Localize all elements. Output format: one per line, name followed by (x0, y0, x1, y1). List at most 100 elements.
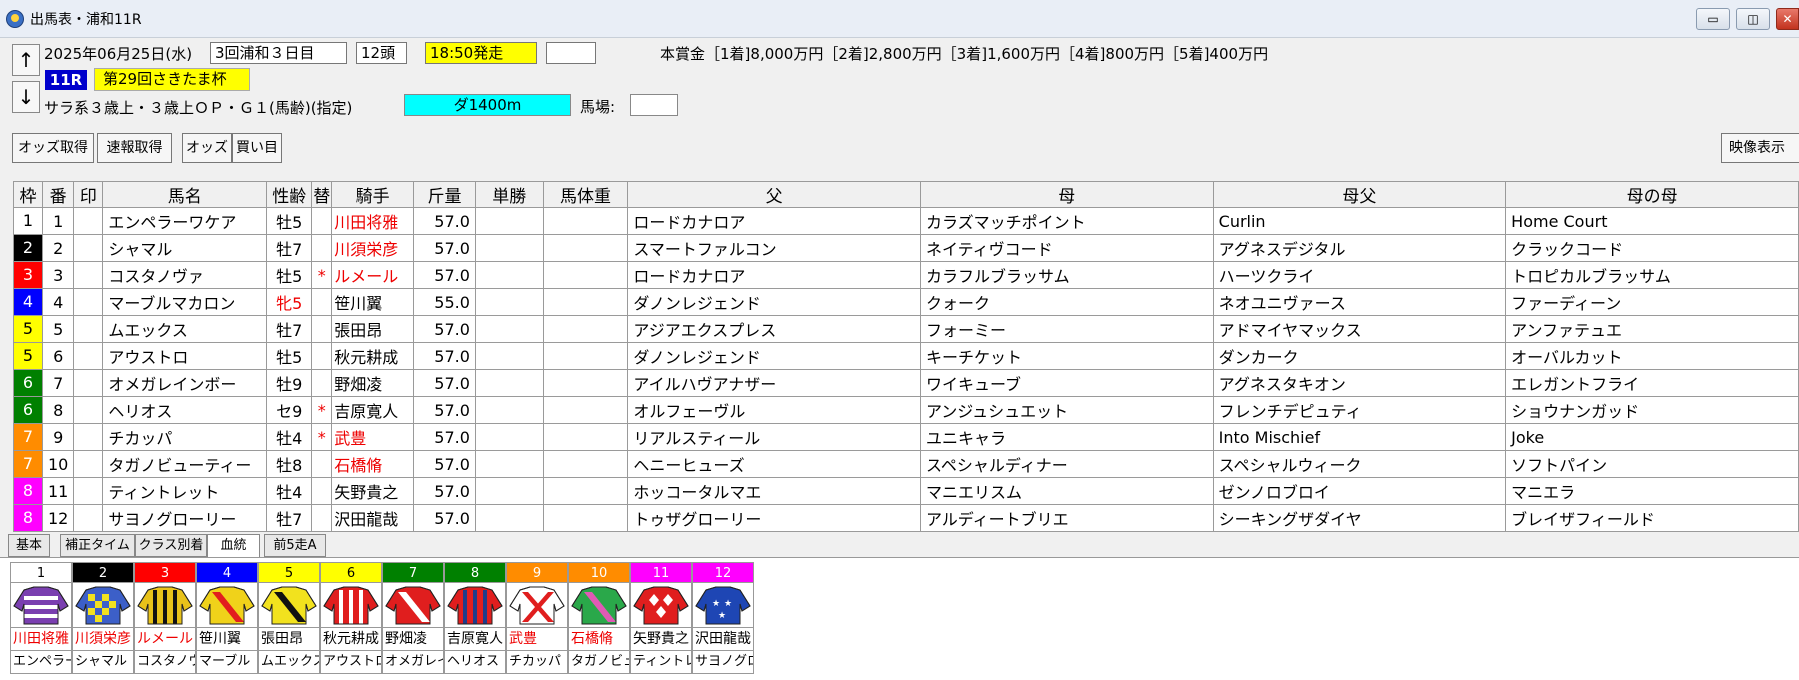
silk-column[interactable]: 3 ルメール コスタノヴ (134, 562, 196, 674)
horse-number: 9 (41, 423, 75, 451)
col-header-damsire[interactable]: 母父 (1212, 181, 1507, 208)
jockey-name: 吉原寛人 (331, 396, 415, 424)
silk-column[interactable]: 1 川田将雅 エンペラー (10, 562, 72, 674)
odds-button[interactable]: オッズ (182, 133, 232, 163)
table-row[interactable]: 4 4 マーブルマカロン 牝5 笹川翼 55.0 ダノンレジェンド クォーク ネオユニヴァースフ… (13, 288, 1799, 316)
silk-column[interactable]: 5 張田昂 ムエックス (258, 562, 320, 674)
change-mark (311, 450, 333, 478)
table-row[interactable]: 5 5 ムエックス 牡7 張田昂 57.0 アジアエクスプレス フォーミー アドマイヤマックスア… (13, 315, 1799, 343)
silk-number: 10 (568, 562, 630, 583)
silk-column[interactable]: 12 ★ ★ ★ 沢田龍哉 サヨノグロ (692, 562, 754, 674)
sokuho-get-button[interactable]: 速報取得 (97, 133, 172, 163)
silk-column[interactable]: 4 笹川翼 マーブル (196, 562, 258, 674)
prev-race-button[interactable]: ↑ (12, 44, 40, 76)
waku-cell: 6 (13, 396, 43, 424)
jockey-silk-icon: ★ ★ ★ (692, 583, 754, 627)
col-header-weight[interactable]: 斤量 (413, 181, 476, 208)
dam: ネイティヴコード (919, 234, 1214, 262)
col-header-sire[interactable]: 父 (627, 181, 921, 208)
table-row[interactable]: 6 7 オメガレインボー 牡9 野畑凌 57.0 アイルハヴアナザー ワイキューブ アグネスタキ… (13, 369, 1799, 397)
close-button[interactable]: ✕ (1776, 8, 1799, 30)
sire: ロードカナロア (627, 207, 921, 235)
table-row[interactable]: 3 3 コスタノヴァ 牡5 * ルメール 57.0 ロードカナロア カラフルブラッサム ハーツクラ… (13, 261, 1799, 289)
race-name: 第29回さきたま杯 (94, 68, 250, 91)
tab-class-finish[interactable]: クラス別着 (135, 534, 207, 557)
mark-cell (73, 261, 104, 289)
tab-basic[interactable]: 基本 (8, 534, 50, 557)
change-mark (311, 369, 333, 397)
jockey-name: 石橋脩 (331, 450, 415, 478)
odds-get-button[interactable]: オッズ取得 (12, 133, 94, 163)
col-header-waku[interactable]: 枠 (13, 181, 43, 208)
col-header-body-weight[interactable]: 馬体重 (542, 181, 629, 208)
col-header-jockey[interactable]: 騎手 (331, 181, 415, 208)
silk-column[interactable]: 9 武豊 チカッパ (506, 562, 568, 674)
silk-column[interactable]: 8 吉原寛人 ヘリオス (444, 562, 506, 674)
sex-age: 牡5 (266, 207, 313, 235)
damsire: ハーツクライ (1212, 261, 1507, 289)
col-header-sex-age[interactable]: 性齢 (266, 181, 313, 208)
sire: リアルスティール (627, 423, 921, 451)
mark-cell (73, 288, 104, 316)
table-row[interactable]: 5 6 アウストロ 牡5 秋元耕成 57.0 ダノンレジェンド キーチケット ダンカーク オーバル… (13, 342, 1799, 370)
horse-number: 3 (41, 261, 75, 289)
damdam: トロピカルブラッサム (1505, 261, 1799, 289)
silk-column[interactable]: 10 石橋脩 タガノビュ (568, 562, 630, 674)
damsire: ゼンノロブロイ (1212, 477, 1507, 505)
tab-pedigree[interactable]: 血統 (207, 534, 260, 558)
silk-column[interactable]: 2 川須栄彦 シャマル (72, 562, 134, 674)
waku-cell: 2 (13, 234, 43, 262)
col-header-number[interactable]: 番 (41, 181, 75, 208)
silk-column[interactable]: 6 秋元耕成 アウストロ (320, 562, 382, 674)
silk-jockey-name: 川田将雅 (10, 627, 72, 651)
silk-column[interactable]: 7 野畑凌 オメガレイ (382, 562, 444, 674)
jockey-name: 武豊 (331, 423, 415, 451)
table-row[interactable]: 2 2 シャマル 牡7 川須栄彦 57.0 スマートファルコン ネイティヴコード アグネスデジタ… (13, 234, 1799, 262)
table-row[interactable]: 7 9 チカッパ 牡4 * 武豊 57.0 リアルスティール ユニキャラ Into Mischie… (13, 423, 1799, 451)
waku-number: 6 (14, 397, 42, 423)
silk-number: 5 (258, 562, 320, 583)
video-button[interactable]: 映像表示 (1721, 133, 1799, 163)
win-odds (474, 369, 544, 397)
table-header-row: 枠 番 印 馬名 性齢 替 騎手 斤量 単勝 馬体重 父 母 母父 母の母 (13, 181, 1799, 208)
body-weight (542, 315, 629, 343)
table-row[interactable]: 7 10 タガノビューティー 牡8 石橋脩 57.0 ヘニーヒューズ スペシャルディナー スペシ… (13, 450, 1799, 478)
table-row[interactable]: 6 8 ヘリオス セ9 * 吉原寛人 57.0 オルフェーヴル アンジュシュエット フレンチデピュ… (13, 396, 1799, 424)
col-header-dam[interactable]: 母 (919, 181, 1214, 208)
table-row[interactable]: 1 1 エンペラーワケア 牡5 川田将雅 57.0 ロードカナロア カラズマッチポイント Cur… (13, 207, 1799, 235)
tab-corrected-time[interactable]: 補正タイム (60, 534, 135, 557)
silk-jockey-name: 矢野貴之 (630, 627, 692, 651)
mark-cell (73, 477, 104, 505)
kaime-button[interactable]: 買い目 (232, 133, 282, 163)
horse-name: コスタノヴァ (102, 261, 268, 289)
next-race-button[interactable]: ↓ (12, 81, 40, 113)
tab-last5[interactable]: 前5走A (264, 534, 326, 557)
silk-number: 11 (630, 562, 692, 583)
jockey-name: 野畑凌 (331, 369, 415, 397)
body-weight (542, 423, 629, 451)
horse-number: 10 (41, 450, 75, 478)
waku-cell: 5 (13, 315, 43, 343)
table-row[interactable]: 8 11 ティントレット 牡4 矢野貴之 57.0 ホッコータルマエ マニエリスム ゼンノロブロ… (13, 477, 1799, 505)
col-header-change[interactable]: 替 (311, 181, 333, 208)
restore-button[interactable]: ◫ (1736, 8, 1770, 30)
horse-number: 7 (41, 369, 75, 397)
silk-horse-name: オメガレイ (382, 651, 444, 674)
jockey-silk-icon (382, 583, 444, 627)
jockey-name: 沢田龍哉 (331, 504, 415, 532)
horse-name: タガノビューティー (102, 450, 268, 478)
silk-jockey-name: 石橋脩 (568, 627, 630, 651)
entries-table: 枠 番 印 馬名 性齢 替 騎手 斤量 単勝 馬体重 父 母 母父 母の母 11… (13, 181, 1799, 532)
table-row[interactable]: 8 12 サヨノグローリー 牡7 沢田龍哉 57.0 トゥザグローリー アルディートブリエ シー… (13, 504, 1799, 532)
horse-name: サヨノグローリー (102, 504, 268, 532)
silk-column[interactable]: 11 矢野貴之 ティントレ (630, 562, 692, 674)
body-weight (542, 342, 629, 370)
change-mark: * (311, 396, 333, 424)
col-header-damdam[interactable]: 母の母 (1505, 181, 1799, 208)
col-header-horse-name[interactable]: 馬名 (102, 181, 268, 208)
track-condition-field[interactable] (630, 94, 678, 116)
col-header-mark[interactable]: 印 (73, 181, 104, 208)
minimize-button[interactable]: ▭ (1696, 8, 1730, 30)
col-header-win-odds[interactable]: 単勝 (474, 181, 544, 208)
waku-number: 8 (14, 505, 42, 531)
